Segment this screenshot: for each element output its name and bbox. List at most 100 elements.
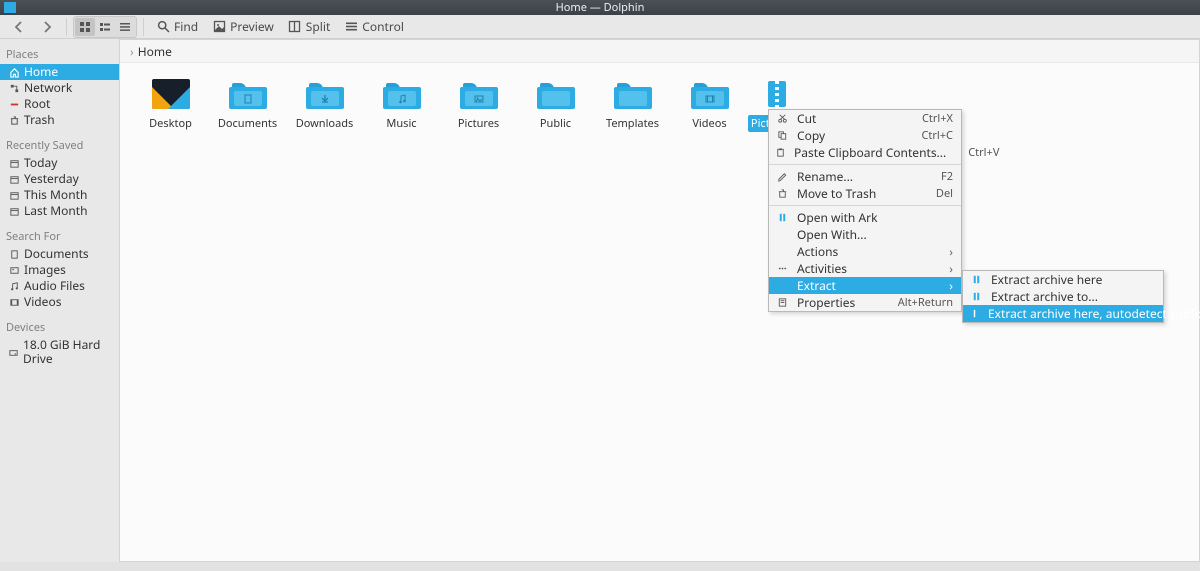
sidebar-item-images[interactable]: Images [0,262,119,278]
file-item[interactable]: Desktop [132,77,209,157]
menu-item-activities[interactable]: Activities› [769,260,961,277]
sidebar-item-yesterday[interactable]: Yesterday [0,171,119,187]
breadcrumb[interactable]: › Home [120,40,1199,62]
split-button[interactable]: Split [282,16,337,37]
ark-icon [969,274,983,285]
sidebar-item-label: This Month [24,188,87,202]
file-label: Music [383,115,419,132]
search-header: Search For [0,225,119,246]
sidebar-item-label: Root [24,97,50,111]
view-mode-group [73,16,137,38]
forward-button[interactable] [34,18,60,36]
sidebar-item-this-month[interactable]: This Month [0,187,119,203]
trash-icon [8,114,20,126]
menu-item-extract[interactable]: Extract› [769,277,961,294]
menu-separator [769,164,961,165]
sidebar-item-label: Documents [24,247,89,261]
menu-item-open-with-ark[interactable]: Open with Ark [769,209,961,226]
sidebar-item-videos[interactable]: Videos [0,294,119,310]
file-item[interactable]: Videos [671,77,748,157]
menu-item-actions[interactable]: Actions› [769,243,961,260]
menu-item-shortcut: F2 [927,169,953,184]
calendar-icon [8,189,20,201]
folder-icon [383,79,421,109]
compact-view-button[interactable] [95,18,115,36]
file-item[interactable]: Templates [594,77,671,157]
sidebar-item-network[interactable]: Network [0,80,119,96]
back-button[interactable] [6,18,32,36]
file-item[interactable]: Pictures [440,77,517,157]
home-icon [8,66,20,78]
sidebar-item-trash[interactable]: Trash [0,112,119,128]
breadcrumb-current: Home [138,43,172,60]
menu-item-extract-archive-here[interactable]: Extract archive here [963,271,1163,288]
menu-item-label: Open with Ark [797,209,953,226]
details-view-button[interactable] [115,18,135,36]
file-item[interactable]: Public [517,77,594,157]
ark-icon [775,212,789,223]
menu-item-shortcut: Alt+Return [884,295,953,310]
audio-icon [8,280,20,292]
menu-item-extract-archive-here-autodetect-subfolder[interactable]: Extract archive here, autodetect subfold… [963,305,1163,322]
sidebar-item-today[interactable]: Today [0,155,119,171]
activities-icon [775,263,789,274]
file-item[interactable]: Documents [209,77,286,157]
menu-item-properties[interactable]: PropertiesAlt+Return [769,294,961,311]
menu-item-label: Copy [797,127,899,144]
sidebar-item-label: Trash [24,113,55,127]
file-label: Videos [689,115,729,132]
menu-item-label: Activities [797,260,941,277]
context-menu[interactable]: CutCtrl+XCopyCtrl+CPaste Clipboard Conte… [768,109,962,312]
chevron-right-icon: › [949,243,953,260]
sidebar-item-18-0-gib-hard-drive[interactable]: 18.0 GiB Hard Drive [0,337,119,367]
sidebar-item-documents[interactable]: Documents [0,246,119,262]
preview-button[interactable]: Preview [206,16,280,37]
folder-icon [537,79,575,109]
network-icon [8,82,20,94]
drive-icon [8,346,19,358]
menu-item-label: Extract archive to... [991,288,1155,305]
file-item[interactable]: Downloads [286,77,363,157]
icons-view-button[interactable] [75,18,95,36]
menu-item-cut[interactable]: CutCtrl+X [769,110,961,127]
sidebar-item-label: Home [24,65,58,79]
sidebar-item-home[interactable]: Home [0,64,119,80]
sidebar-item-root[interactable]: Root [0,96,119,112]
folder-icon [306,79,344,109]
sidebar-item-last-month[interactable]: Last Month [0,203,119,219]
copy-icon [775,130,789,141]
context-submenu[interactable]: Extract archive hereExtract archive to..… [962,270,1164,323]
paste-icon [775,147,786,158]
video-icon [8,296,20,308]
menu-item-paste-clipboard-contents[interactable]: Paste Clipboard Contents...Ctrl+V [769,144,961,161]
menu-item-label: Move to Trash [797,185,914,202]
file-item[interactable]: Music [363,77,440,157]
find-button[interactable]: Find [150,16,204,37]
window-titlebar: Home — Dolphin [0,0,1200,15]
menu-icon [344,20,358,34]
file-label: Public [537,115,574,132]
folder-icon [691,79,729,109]
sidebar-item-label: Last Month [24,204,88,218]
menu-item-rename[interactable]: Rename... F2 [769,168,961,185]
root-icon [8,98,20,110]
ark-icon [969,308,980,319]
menu-item-label: Rename... [797,168,919,185]
menu-item-open-with[interactable]: Open With... [769,226,961,243]
calendar-icon [8,205,20,217]
menu-item-extract-archive-to[interactable]: Extract archive to... [963,288,1163,305]
sidebar-item-audio-files[interactable]: Audio Files [0,278,119,294]
trash-icon [775,188,789,199]
app-icon [4,2,16,13]
find-label: Find [174,18,198,35]
menu-item-label: Cut [797,110,900,127]
sidebar-item-label: Today [24,156,57,170]
sidebar-item-label: Videos [24,295,61,309]
file-label: Downloads [293,115,357,132]
control-button[interactable]: Control [338,16,410,37]
menu-item-shortcut: Ctrl+V [954,145,999,160]
separator [143,18,144,36]
menu-item-copy[interactable]: CopyCtrl+C [769,127,961,144]
menu-item-move-to-trash[interactable]: Move to TrashDel [769,185,961,202]
cut-icon [775,113,789,124]
